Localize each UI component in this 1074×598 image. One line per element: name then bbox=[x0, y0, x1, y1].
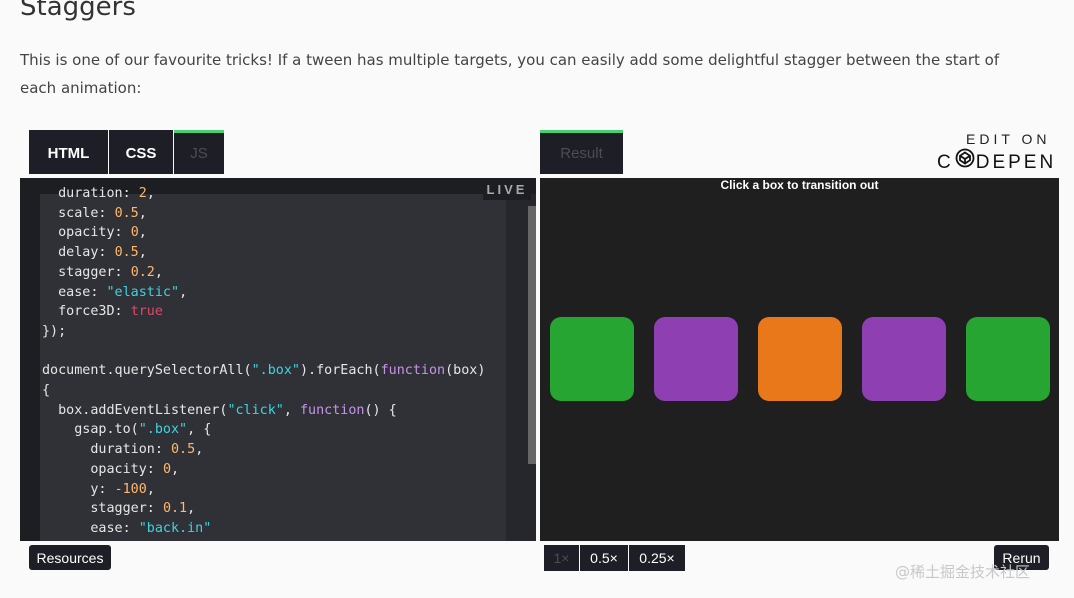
edit-on-label[interactable]: EDIT ON bbox=[966, 131, 1051, 147]
speed-1x-button[interactable]: 1× bbox=[544, 545, 579, 571]
js-code[interactable]: duration: 2, scale: 0.5, opacity: 0, del… bbox=[42, 184, 485, 539]
demo-box[interactable] bbox=[550, 317, 634, 401]
live-badge: LIVE bbox=[483, 180, 531, 200]
demo-box[interactable] bbox=[654, 317, 738, 401]
section-heading: Staggers bbox=[20, 0, 136, 22]
tab-css[interactable]: CSS bbox=[109, 130, 173, 174]
resources-button[interactable]: Resources bbox=[29, 545, 111, 570]
demo-box[interactable] bbox=[862, 317, 946, 401]
tab-result[interactable]: Result bbox=[540, 130, 623, 174]
demo-box[interactable] bbox=[966, 317, 1050, 401]
result-panel: Click a box to transition out bbox=[540, 178, 1059, 541]
demo-box[interactable] bbox=[758, 317, 842, 401]
tab-js[interactable]: JS bbox=[174, 130, 224, 174]
code-scrollbar[interactable] bbox=[528, 206, 536, 464]
speed-0.5x-button[interactable]: 0.5× bbox=[580, 545, 628, 571]
codepen-logo-text: C DEPEN bbox=[937, 148, 1056, 174]
tab-html[interactable]: HTML bbox=[29, 130, 108, 174]
codepen-cube-icon bbox=[955, 148, 975, 168]
speed-0.25x-button[interactable]: 0.25× bbox=[629, 545, 685, 571]
watermark: @稀土掘金技术社区 bbox=[895, 563, 1031, 581]
section-intro: This is one of our favourite tricks! If … bbox=[20, 51, 1000, 97]
editor-tabs: HTML CSS JS bbox=[29, 130, 224, 174]
speed-controls: 1× 0.5× 0.25× bbox=[544, 545, 685, 571]
codepen-logo[interactable]: C DEPEN bbox=[937, 148, 1056, 174]
result-hint: Click a box to transition out bbox=[720, 178, 879, 192]
